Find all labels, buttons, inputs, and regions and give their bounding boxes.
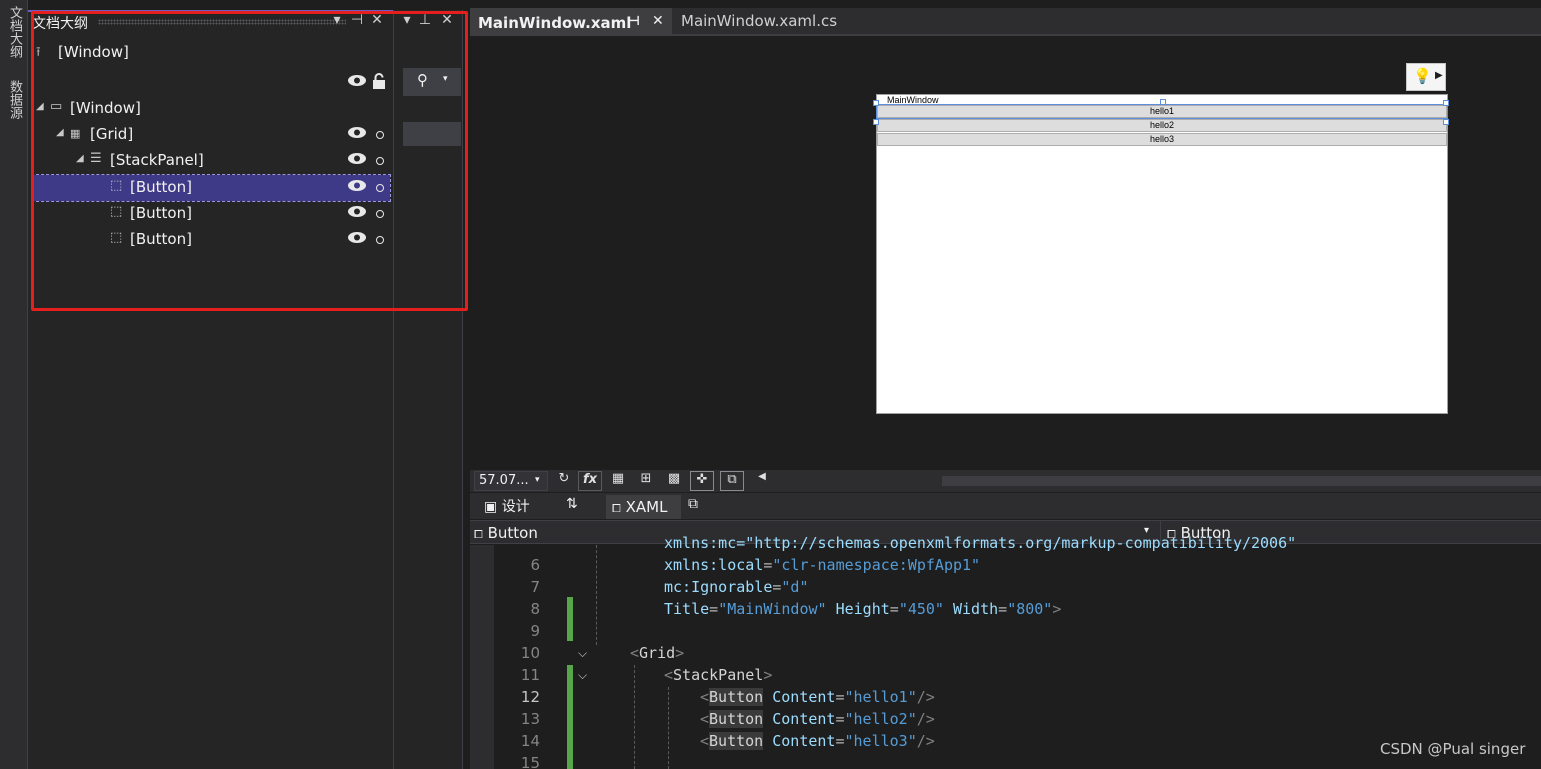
line-number: 15 bbox=[520, 754, 540, 769]
popout-icon[interactable]: ⧉ bbox=[688, 496, 698, 512]
tab-label: MainWindow.xaml.cs bbox=[681, 12, 838, 30]
line-number: 6 bbox=[530, 556, 540, 574]
resize-handle[interactable] bbox=[873, 119, 879, 125]
code-line-13: <Button Content="hello2"/> bbox=[700, 710, 935, 728]
line-number: 11 bbox=[520, 666, 540, 684]
view-switch-bar: ▣ 设计 ⇅ ⧠ XAML ⧉ bbox=[470, 493, 1541, 519]
tab-label: MainWindow.xaml bbox=[478, 14, 632, 32]
fold-icon[interactable]: ⌵ bbox=[578, 668, 587, 683]
tab-mainwindow-xaml-cs[interactable]: MainWindow.xaml.cs bbox=[673, 8, 891, 34]
highlight-box bbox=[31, 11, 468, 311]
chevron-right-icon: ▶ bbox=[1435, 70, 1443, 81]
tab-mainwindow-xaml[interactable]: MainWindow.xaml ⊣ ✕ bbox=[470, 8, 672, 34]
code-line-8: Title="MainWindow" Height="450" Width="8… bbox=[664, 600, 1062, 618]
wpf-window-preview[interactable]: MainWindow hello1 hello2 hello3 bbox=[873, 94, 1449, 414]
line-number: 9 bbox=[530, 622, 540, 640]
editor-margin bbox=[470, 545, 494, 769]
design-icon: ▣ bbox=[484, 499, 498, 515]
chevron-down-icon: ▾ bbox=[535, 475, 540, 485]
refresh-icon[interactable]: ↻ bbox=[552, 471, 576, 491]
effects-icon[interactable]: fx bbox=[578, 471, 602, 491]
line-number: 10 bbox=[520, 644, 540, 662]
line-number: 13 bbox=[520, 710, 540, 728]
line-number: 8 bbox=[530, 600, 540, 618]
design-view-button[interactable]: ▣ 设计 bbox=[484, 496, 530, 516]
code-line-14: <Button Content="hello3"/> bbox=[700, 732, 935, 750]
xaml-icon: ⧠ bbox=[612, 502, 621, 515]
zoom-value: 57.07... bbox=[479, 473, 529, 488]
lightbulb-icon: 💡 bbox=[1413, 67, 1432, 85]
change-indicator bbox=[567, 597, 573, 641]
code-line-6: xmlns:local="clr-namespace:WpfApp1" bbox=[664, 556, 981, 574]
snap-grid-icon[interactable]: ⊞ bbox=[634, 471, 658, 491]
document-tabs: MainWindow.xaml ⊣ ✕ MainWindow.xaml.cs bbox=[470, 8, 1541, 34]
design-surface[interactable]: 💡 ▶ MainWindow hello1 hello2 hello3 bbox=[470, 36, 1541, 470]
tab-document-outline[interactable]: 文档大纲 bbox=[4, 6, 24, 58]
xaml-code-editor[interactable]: xmlns:mc="http://schemas.openxmlformats.… bbox=[470, 534, 1541, 769]
quick-actions-button[interactable]: 💡 ▶ bbox=[1406, 63, 1446, 91]
checker-icon[interactable]: ▩ bbox=[662, 471, 686, 491]
preview-button-1[interactable]: hello1 bbox=[876, 104, 1448, 119]
code-line-12: <Button Content="hello1"/> bbox=[700, 688, 935, 706]
resize-handle[interactable] bbox=[1160, 99, 1166, 105]
window-title: MainWindow bbox=[887, 95, 939, 105]
change-indicator bbox=[567, 665, 573, 769]
resize-handle[interactable] bbox=[1443, 100, 1449, 106]
design-view-label: 设计 bbox=[501, 499, 530, 515]
indent-guide bbox=[634, 665, 635, 769]
fold-icon[interactable]: ⌵ bbox=[578, 646, 587, 661]
element-selector-label: Button bbox=[487, 524, 538, 542]
code-line-partial: xmlns:mc="http://schemas.openxmlformats.… bbox=[664, 534, 1297, 552]
tab-data-sources[interactable]: 数据源 bbox=[4, 80, 24, 119]
preview-button-2[interactable]: hello2 bbox=[877, 119, 1447, 132]
indent-guide bbox=[668, 687, 669, 769]
swap-panes-icon[interactable]: ⇅ bbox=[566, 496, 578, 512]
line-number: 12 bbox=[520, 688, 540, 706]
code-line-11: <StackPanel> bbox=[664, 666, 773, 684]
element-icon: ⧠ bbox=[474, 528, 483, 541]
code-line-10: <Grid> bbox=[630, 644, 685, 662]
element-selector-left[interactable]: ⧠ Button bbox=[474, 524, 538, 542]
indent-guide bbox=[596, 545, 597, 645]
vertical-tab-strip: 文档大纲 数据源 bbox=[0, 0, 28, 769]
line-number: 14 bbox=[520, 732, 540, 750]
resize-handle[interactable] bbox=[873, 100, 879, 106]
pin-icon[interactable]: ⊣ bbox=[628, 14, 640, 29]
preview-button-3[interactable]: hello3 bbox=[877, 133, 1447, 146]
zoom-dropdown[interactable]: 57.07... ▾ bbox=[474, 471, 548, 491]
watermark: CSDN @Pual singer bbox=[1380, 740, 1526, 758]
close-icon[interactable]: ✕ bbox=[652, 13, 664, 29]
line-number: 7 bbox=[530, 578, 540, 596]
xaml-view-button[interactable]: ⧠ XAML bbox=[606, 495, 681, 519]
horizontal-scrollbar[interactable] bbox=[942, 476, 1541, 486]
device-icon[interactable]: ⧉ bbox=[720, 471, 744, 491]
snap-lines-icon[interactable]: ✜ bbox=[690, 471, 714, 491]
xaml-view-label: XAML bbox=[625, 498, 668, 516]
designer-toolbar: 57.07... ▾ ↻ fx ▦ ⊞ ▩ ✜ ⧉ ◀ bbox=[470, 470, 1541, 492]
scroll-left-icon[interactable]: ◀ bbox=[750, 471, 774, 491]
resize-handle[interactable] bbox=[1443, 119, 1449, 125]
code-line-7: mc:Ignorable="d" bbox=[664, 578, 809, 596]
grid-view-icon[interactable]: ▦ bbox=[606, 471, 630, 491]
